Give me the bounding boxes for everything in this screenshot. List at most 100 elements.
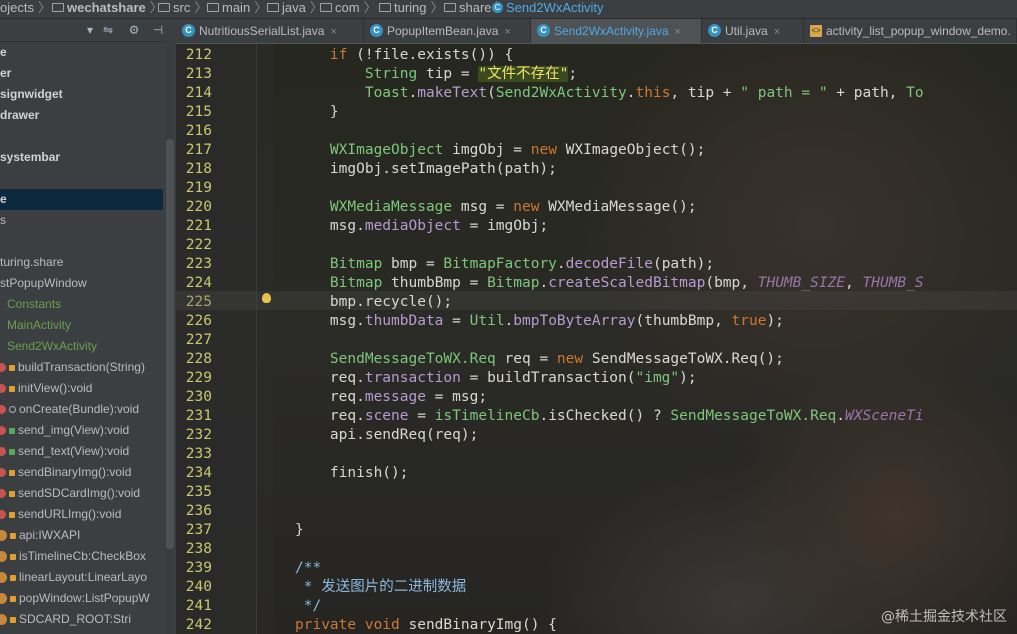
- line-number: 222: [185, 237, 212, 253]
- breadcrumb-item[interactable]: src 〉: [158, 0, 207, 18]
- close-tab-icon[interactable]: ×: [330, 26, 336, 38]
- code-token: */: [295, 598, 322, 614]
- structure-item[interactable]: isTimelineCb:CheckBox: [0, 546, 163, 567]
- code-line[interactable]: */: [295, 597, 321, 616]
- structure-item-label: e: [0, 45, 7, 59]
- code-line[interactable]: Bitmap thumbBmp = Bitmap.createScaledBit…: [295, 274, 924, 293]
- structure-item[interactable]: Send2WxActivity: [0, 336, 170, 357]
- editor-tab[interactable]: <> activity_list_popup_window_demo.: [804, 19, 1017, 43]
- structure-item-label: signwidget: [0, 87, 63, 101]
- code-token: imgObj.setImagePath(path);: [295, 161, 557, 177]
- public-icon: [9, 448, 15, 455]
- structure-item[interactable]: drawer: [0, 105, 163, 126]
- close-tab-icon[interactable]: ×: [675, 26, 681, 38]
- structure-item[interactable]: e: [0, 42, 163, 63]
- structure-item[interactable]: er: [0, 63, 163, 84]
- code-line[interactable]: Bitmap bmp = BitmapFactory.decodeFile(pa…: [295, 255, 714, 274]
- code-line[interactable]: bmp.recycle();: [295, 293, 452, 312]
- breadcrumb-item[interactable]: wechatshare 〉: [52, 0, 163, 18]
- code-line[interactable]: private void sendBinaryImg() {: [295, 616, 557, 634]
- code-line[interactable]: msg.thumbData = Util.bmpToByteArray(thum…: [295, 312, 784, 331]
- code-line[interactable]: }: [295, 103, 339, 122]
- line-number: 240: [185, 579, 212, 595]
- field-icon: [0, 614, 7, 626]
- structure-item[interactable]: [0, 231, 163, 252]
- breadcrumb-item[interactable]: ojects 〉: [0, 0, 51, 18]
- code-line[interactable]: /**: [295, 559, 321, 578]
- structure-item[interactable]: [0, 168, 163, 189]
- code-line[interactable]: Toast.makeText(Send2WxActivity.this, tip…: [295, 84, 924, 103]
- code-line[interactable]: finish();: [295, 464, 409, 483]
- close-tab-icon[interactable]: ×: [504, 26, 510, 38]
- structure-item[interactable]: onCreate(Bundle):void: [0, 399, 163, 420]
- class-icon: C: [182, 24, 195, 38]
- code-token: req.: [295, 408, 365, 424]
- structure-item[interactable]: e: [0, 189, 163, 210]
- editor-tab[interactable]: C Send2WxActivity.java ×: [531, 19, 702, 43]
- structure-item[interactable]: sendSDCardImg():void: [0, 483, 163, 504]
- collapse-icon[interactable]: ⇋: [100, 22, 116, 38]
- editor-tab[interactable]: C NutritiousSerialList.java ×: [176, 19, 364, 43]
- tab-label: activity_list_popup_window_demo.: [826, 24, 1011, 38]
- structure-item[interactable]: initView():void: [0, 378, 163, 399]
- code-line[interactable]: req.transaction = buildTransaction("img"…: [295, 369, 697, 388]
- close-tab-icon[interactable]: ×: [774, 26, 780, 38]
- private-lock-icon: [9, 364, 15, 371]
- code-line[interactable]: WXMediaMessage msg = new WXMediaMessage(…: [295, 198, 697, 217]
- code-token: }: [295, 104, 339, 120]
- public-icon: [9, 427, 15, 434]
- structure-item[interactable]: s: [0, 210, 163, 231]
- code-editor[interactable]: 212 213 214 215 216 217 218 219 220 221 222 223 224 2…: [176, 44, 1017, 634]
- structure-item[interactable]: MainActivity: [0, 315, 170, 336]
- line-number: 217: [185, 142, 212, 158]
- code-line[interactable]: }: [295, 521, 304, 540]
- code-token: /**: [295, 560, 322, 576]
- structure-item[interactable]: signwidget: [0, 84, 163, 105]
- breadcrumb-item[interactable]: com 〉: [320, 0, 377, 18]
- code-line[interactable]: SendMessageToWX.Req req = new SendMessag…: [295, 350, 784, 369]
- line-number: 219: [185, 180, 212, 196]
- structure-scrollbar-thumb[interactable]: [166, 139, 174, 549]
- line-number: 242: [185, 617, 212, 633]
- structure-item[interactable]: sendURLImg():void: [0, 504, 163, 525]
- structure-item[interactable]: Constants: [0, 294, 170, 315]
- code-token: .isChecked() ?: [539, 408, 671, 424]
- code-line[interactable]: req.message = msg;: [295, 388, 487, 407]
- breadcrumb-item[interactable]: C Send2WxActivity: [492, 0, 604, 18]
- breadcrumb-label: main: [222, 0, 251, 15]
- structure-item[interactable]: send_img(View):void: [0, 420, 163, 441]
- code-line[interactable]: api.sendReq(req);: [295, 426, 478, 445]
- code-line[interactable]: if (!file.exists()) {: [295, 46, 513, 65]
- structure-item[interactable]: send_text(View):void: [0, 441, 163, 462]
- code-line[interactable]: req.scene = isTimelineCb.isChecked() ? S…: [295, 407, 924, 426]
- structure-item[interactable]: linearLayout:LinearLayo: [0, 567, 163, 588]
- structure-item[interactable]: buildTransaction(String): [0, 357, 163, 378]
- code-line[interactable]: WXImageObject imgObj = new WXImageObject…: [295, 141, 705, 160]
- breadcrumb-item[interactable]: java 〉: [267, 0, 323, 18]
- code-line[interactable]: * 发送图片的二进制数据: [295, 578, 466, 597]
- structure-item[interactable]: sendBinaryImg():void: [0, 462, 163, 483]
- editor-tab[interactable]: C PopupItemBean.java ×: [364, 19, 531, 43]
- hide-panel-icon[interactable]: ⊣: [150, 22, 166, 38]
- code-line[interactable]: imgObj.setImagePath(path);: [295, 160, 557, 179]
- code-line[interactable]: String tip = "文件不存在";: [295, 65, 577, 84]
- dropdown-icon[interactable]: ▾: [82, 22, 98, 38]
- breadcrumb-label: java: [282, 0, 306, 15]
- breadcrumb-item[interactable]: turing 〉: [379, 0, 444, 18]
- protected-icon: [9, 406, 16, 414]
- structure-item[interactable]: api:IWXAPI: [0, 525, 163, 546]
- gear-icon[interactable]: ⚙: [126, 22, 142, 38]
- structure-item[interactable]: stPopupWindow: [0, 273, 163, 294]
- code-token: = msg;: [425, 389, 488, 405]
- structure-item[interactable]: systembar: [0, 147, 163, 168]
- breadcrumb-item[interactable]: main 〉: [207, 0, 267, 18]
- structure-item[interactable]: turing.share: [0, 252, 163, 273]
- structure-item[interactable]: SDCARD_ROOT:Stri: [0, 609, 163, 630]
- editor-tab[interactable]: C Util.java ×: [702, 19, 804, 43]
- structure-item[interactable]: [0, 126, 163, 147]
- breadcrumb-label: wechatshare: [67, 0, 146, 15]
- lightbulb-icon[interactable]: [262, 293, 271, 303]
- structure-item[interactable]: popWindow:ListPopupW: [0, 588, 163, 609]
- code-line[interactable]: msg.mediaObject = imgObj;: [295, 217, 548, 236]
